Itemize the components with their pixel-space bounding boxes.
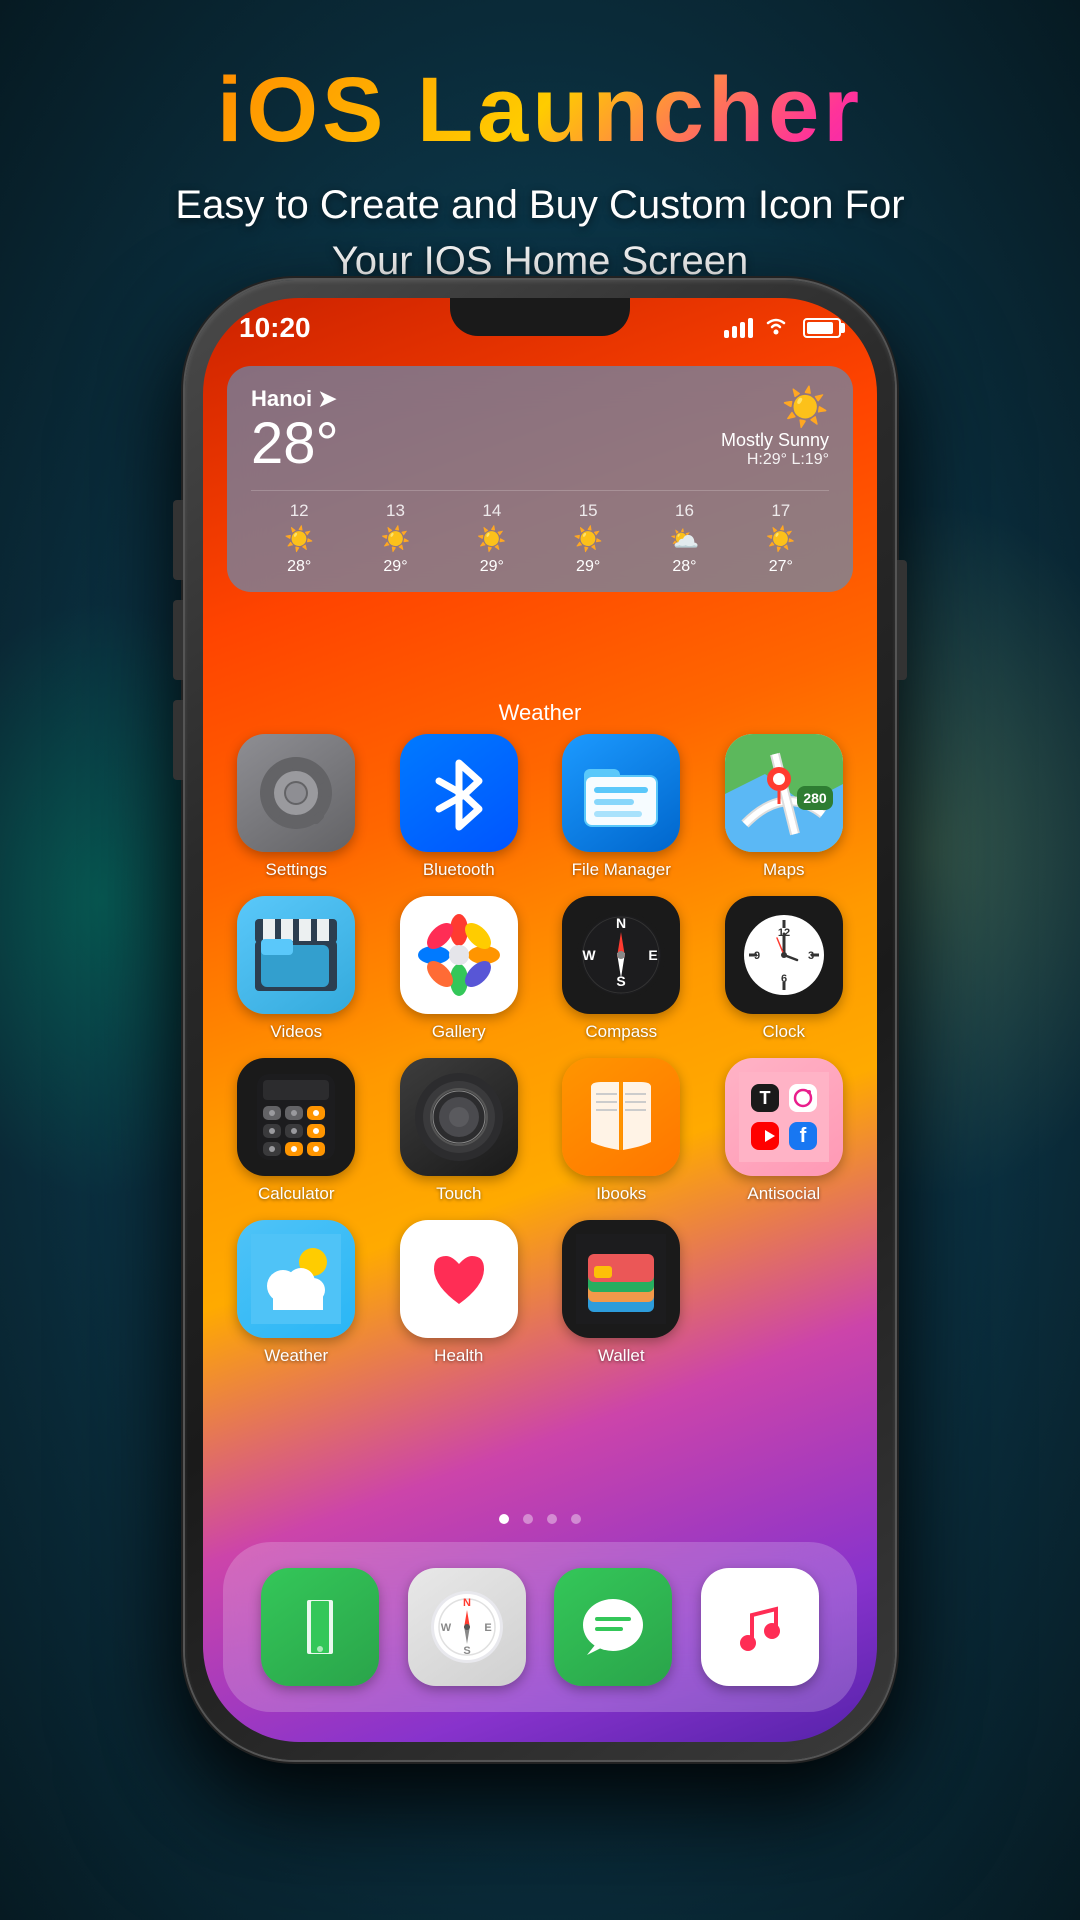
weather-condition: Mostly Sunny	[721, 430, 829, 451]
phone-outer: 10:20	[185, 280, 895, 1760]
forecast-day-4: 15 ☀️ 29°	[540, 501, 636, 576]
dock-phone[interactable]	[261, 1568, 379, 1686]
bluetooth-icon	[400, 734, 518, 852]
clock-icon: 12 3 6 9	[725, 896, 843, 1014]
app-settings[interactable]: Settings	[219, 734, 374, 880]
svg-text:E: E	[484, 1622, 491, 1634]
app-gallery[interactable]: Gallery	[382, 896, 537, 1042]
wallet-icon	[562, 1220, 680, 1338]
dock-music[interactable]	[701, 1568, 819, 1686]
filemanager-icon	[562, 734, 680, 852]
weather-hilo: H:29° L:19°	[721, 451, 829, 469]
wifi-icon	[763, 315, 789, 341]
svg-text:E: E	[649, 947, 658, 963]
app-antisocial[interactable]: T f Antisocial	[707, 1058, 862, 1204]
forecast-day-6: 17 ☀️ 27°	[733, 501, 829, 576]
phone-frame: 10:20	[185, 280, 895, 1760]
videos-icon	[237, 896, 355, 1014]
weather-temp: 28°	[251, 412, 339, 476]
weather-widget[interactable]: Hanoi ➤ 28° ☀️ Mostly Sunny H:29° L:19° …	[227, 366, 853, 592]
forecast-day-5: 16 ⛅ 28°	[636, 501, 732, 576]
health-icon	[400, 1220, 518, 1338]
bluetooth-label: Bluetooth	[423, 860, 495, 880]
compass-label: Compass	[585, 1022, 657, 1042]
dot-1[interactable]	[499, 1514, 509, 1524]
svg-text:280: 280	[803, 790, 827, 806]
dot-3[interactable]	[547, 1514, 557, 1524]
weather-forecast: 12 ☀️ 28° 13 ☀️ 29° 14 ☀️ 29°	[251, 490, 829, 576]
touch-icon	[400, 1058, 518, 1176]
app-bluetooth[interactable]: Bluetooth	[382, 734, 537, 880]
apps-grid: Settings Bluetooth	[219, 734, 861, 1366]
touch-label: Touch	[436, 1184, 481, 1204]
weather-label: Weather	[264, 1346, 328, 1366]
svg-text:N: N	[463, 1597, 471, 1609]
signal-icon	[724, 318, 753, 338]
section-label: Weather	[203, 700, 877, 726]
gallery-icon	[400, 896, 518, 1014]
calculator-icon	[237, 1058, 355, 1176]
weather-city: Hanoi ➤	[251, 386, 339, 412]
antisocial-icon: T f	[725, 1058, 843, 1176]
calculator-label: Calculator	[258, 1184, 335, 1204]
dock-messages[interactable]	[554, 1568, 672, 1686]
app-touch[interactable]: Touch	[382, 1058, 537, 1204]
battery-icon	[803, 318, 841, 338]
svg-text:W: W	[441, 1622, 452, 1634]
app-videos[interactable]: Videos	[219, 896, 374, 1042]
ibooks-label: Ibooks	[596, 1184, 646, 1204]
dock: N E S W	[223, 1542, 857, 1712]
ibooks-icon	[562, 1058, 680, 1176]
app-subtitle: Easy to Create and Buy Custom Icon ForYo…	[0, 177, 1080, 289]
health-label: Health	[434, 1346, 483, 1366]
app-filemanager[interactable]: File Manager	[544, 734, 699, 880]
app-title: iOS Launcher	[0, 60, 1080, 161]
svg-text:S: S	[463, 1645, 470, 1657]
app-maps[interactable]: 280 Maps	[707, 734, 862, 880]
svg-text:N: N	[616, 915, 626, 931]
phone-screen: 10:20	[203, 298, 877, 1742]
app-calculator[interactable]: Calculator	[219, 1058, 374, 1204]
dot-2[interactable]	[523, 1514, 533, 1524]
svg-text:T: T	[759, 1088, 770, 1108]
settings-icon	[237, 734, 355, 852]
app-ibooks[interactable]: Ibooks	[544, 1058, 699, 1204]
weather-right: ☀️ Mostly Sunny H:29° L:19°	[721, 386, 829, 469]
forecast-day-2: 13 ☀️ 29°	[347, 501, 443, 576]
dock-safari[interactable]: N E S W	[408, 1568, 526, 1686]
dot-4[interactable]	[571, 1514, 581, 1524]
app-clock[interactable]: 12 3 6 9 Clock	[707, 896, 862, 1042]
svg-text:3: 3	[808, 950, 814, 962]
status-time: 10:20	[239, 312, 311, 344]
page-dots	[203, 1514, 877, 1524]
antisocial-label: Antisocial	[747, 1184, 820, 1204]
forecast-day-3: 14 ☀️ 29°	[444, 501, 540, 576]
status-icons	[724, 315, 841, 341]
compass-icon: N S W E	[562, 896, 680, 1014]
settings-label: Settings	[266, 860, 327, 880]
weather-sun-icon: ☀️	[721, 386, 829, 430]
app-health[interactable]: Health	[382, 1220, 537, 1366]
forecast-day-1: 12 ☀️ 28°	[251, 501, 347, 576]
svg-text:W: W	[583, 947, 597, 963]
svg-text:f: f	[799, 1125, 806, 1147]
svg-text:9: 9	[754, 950, 760, 962]
wallet-label: Wallet	[598, 1346, 645, 1366]
app-compass[interactable]: N S W E Compass	[544, 896, 699, 1042]
gallery-label: Gallery	[432, 1022, 486, 1042]
notch	[450, 298, 630, 336]
maps-label: Maps	[763, 860, 805, 880]
weather-app-icon	[237, 1220, 355, 1338]
app-weather[interactable]: Weather	[219, 1220, 374, 1366]
app-wallet[interactable]: Wallet	[544, 1220, 699, 1366]
clock-label: Clock	[762, 1022, 805, 1042]
title-area: iOS Launcher Easy to Create and Buy Cust…	[0, 0, 1080, 319]
svg-text:6: 6	[781, 973, 787, 985]
maps-icon: 280	[725, 734, 843, 852]
weather-top: Hanoi ➤ 28° ☀️ Mostly Sunny H:29° L:19°	[251, 386, 829, 476]
filemanager-label: File Manager	[572, 860, 671, 880]
weather-left: Hanoi ➤ 28°	[251, 386, 339, 476]
videos-label: Videos	[270, 1022, 322, 1042]
